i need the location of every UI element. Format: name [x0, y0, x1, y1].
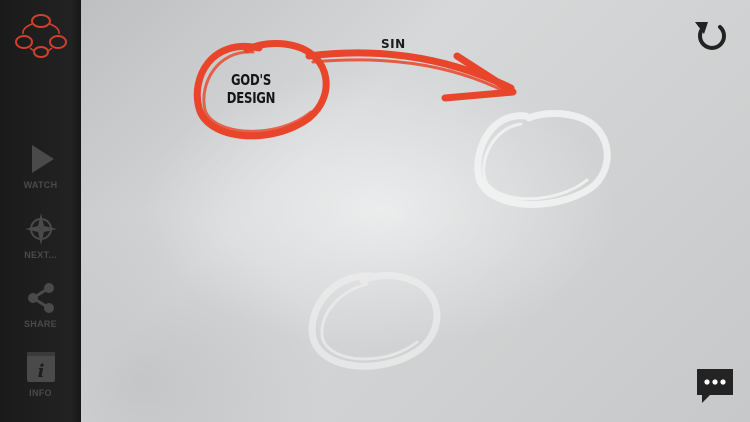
sidebar: WATCH NEXT... SHARE i INFO [0, 0, 81, 422]
circle-label-line2: DESIGN [226, 89, 276, 107]
info-label: INFO [29, 388, 52, 398]
play-icon [31, 145, 54, 173]
empty-circle-right [474, 110, 611, 208]
compass-icon [24, 213, 57, 245]
next-button[interactable]: NEXT... [0, 212, 81, 274]
info-button[interactable]: i INFO [0, 350, 81, 412]
gods-design-label: GOD'S DESIGN [212, 71, 290, 107]
empty-circle-bottom [308, 272, 441, 370]
share-label: SHARE [23, 319, 57, 329]
sin-arrow [305, 49, 517, 102]
sin-label: SIN [381, 37, 406, 51]
next-label: NEXT... [24, 250, 57, 260]
svg-text:i: i [37, 361, 44, 382]
drawing-canvas[interactable]: GOD'S DESIGN SIN [81, 0, 750, 422]
chat-bubble-icon[interactable] [694, 366, 736, 406]
circle-label-line1: GOD'S [230, 71, 272, 89]
sketch-layer [193, 39, 611, 370]
share-icon [27, 283, 54, 313]
info-icon: i [26, 352, 55, 382]
watch-button[interactable]: WATCH [0, 142, 81, 204]
cycle-diagram-icon[interactable] [14, 12, 68, 58]
reset-icon[interactable] [691, 16, 731, 56]
share-button[interactable]: SHARE [0, 281, 81, 343]
watch-label: WATCH [23, 180, 58, 190]
